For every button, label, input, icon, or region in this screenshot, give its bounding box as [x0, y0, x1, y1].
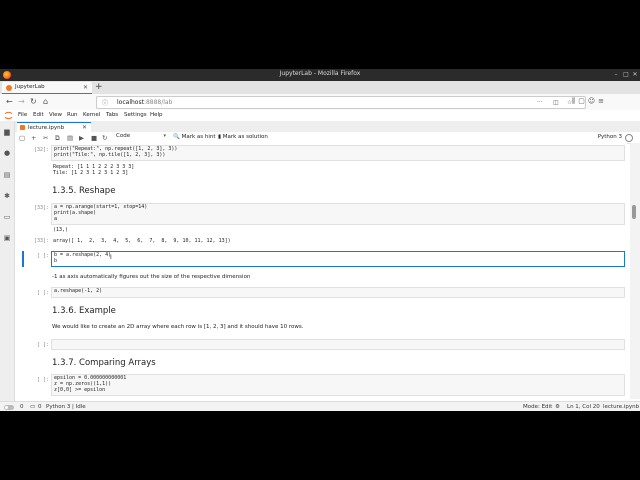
page-actions-icon[interactable]: ···	[537, 99, 543, 106]
screen: JupyterLab - Mozilla Firefox – □ ✕ Jupyt…	[0, 69, 640, 411]
text-cursor-icon: I	[110, 254, 112, 261]
cell-prompt: [33]:	[33, 205, 49, 211]
running-icon[interactable]: ●	[3, 149, 11, 157]
menu-settings[interactable]: Settings	[124, 112, 147, 118]
window-title: JupyterLab - Mozilla Firefox	[279, 70, 361, 77]
menu-run[interactable]: Run	[67, 112, 78, 118]
os-title-bar: JupyterLab - Mozilla Firefox – □ ✕	[0, 69, 640, 81]
jupyter-favicon-icon	[6, 85, 12, 91]
mark-hint-button[interactable]: 🔍 Mark as hint	[173, 134, 216, 140]
code-line: print("Tile:", np.tile([1, 2, 3], 3))	[54, 152, 166, 158]
notebook-icon	[20, 125, 25, 130]
minimize-icon[interactable]: –	[612, 71, 620, 79]
terminal-icon: ▭	[30, 403, 36, 410]
markdown-text: We would like to create an 2D array wher…	[52, 324, 304, 330]
menu-tabs[interactable]: Tabs	[106, 112, 118, 118]
pocket-icon[interactable]: ◫	[553, 99, 559, 106]
editor-mode: Mode: Edit	[523, 403, 553, 410]
heading-reshape: 1.3.5. Reshape	[52, 186, 116, 196]
code-cell-editor[interactable]	[51, 339, 625, 350]
kernel-status-icon	[625, 134, 633, 142]
paste-icon[interactable]: ▤	[67, 134, 73, 142]
code-line: z[0,0] >= epsilon	[54, 387, 106, 393]
extension-icon[interactable]: ✱	[3, 192, 11, 200]
browser-tab[interactable]: JupyterLab ✕	[2, 82, 92, 94]
kernel-name[interactable]: Python 3	[598, 134, 622, 140]
notebook-panel: [32]: print("Repeat:", np.repeat([1, 2, …	[15, 143, 627, 399]
close-window-icon[interactable]: ✕	[631, 71, 639, 79]
cell-prompt: [ ]:	[36, 253, 49, 259]
mark-solution-button[interactable]: ▮ Mark as solution	[218, 134, 268, 140]
left-sidebar: ▆ ● ▤ ✱ ▭ ▣	[0, 121, 15, 401]
menu-help[interactable]: Help	[150, 112, 163, 118]
url-text: localhost:8888/lab	[117, 98, 173, 106]
add-cell-icon[interactable]: +	[31, 134, 36, 142]
browser-navbar: ← → ↻ ⌂ ⓘ localhost:8888/lab ··· ◫ ☆ ⫼▢☺…	[0, 94, 640, 111]
doc-tab-close-icon[interactable]: ✕	[82, 124, 87, 131]
output-prompt: [33]:	[33, 238, 49, 244]
code-cell-editor[interactable]: print("Repeat:", np.repeat([1, 2, 3], 3)…	[51, 145, 625, 161]
cell-output: array([ 1, 2, 3, 4, 5, 6, 7, 8, 9, 10, 1…	[53, 238, 231, 244]
code-cell-editor[interactable]: a.reshape(-1, 2)	[51, 287, 625, 298]
forward-icon[interactable]: →	[18, 97, 25, 106]
menu-kernel[interactable]: Kernel	[83, 112, 100, 118]
commands-icon[interactable]: ▤	[3, 171, 11, 179]
code-cell-editor[interactable]: epsilon = 0.000000000001 z = np.zeros((1…	[51, 374, 625, 396]
new-tab-icon[interactable]: +	[95, 82, 103, 92]
toolbar-right-icons[interactable]: ⫼▢☺≡	[572, 97, 607, 106]
folder-icon[interactable]: ▆	[3, 128, 11, 136]
code-line: a.reshape(-1, 2)	[54, 288, 103, 294]
copy-icon[interactable]: ⧉	[55, 134, 60, 143]
cursor-position[interactable]: Ln 1, Col 20	[567, 404, 600, 410]
status-count: 0	[20, 403, 24, 410]
maximize-icon[interactable]: □	[622, 71, 630, 79]
menu-edit[interactable]: Edit	[33, 112, 44, 118]
cell-prompt: [ ]:	[36, 342, 49, 348]
tab-close-icon[interactable]: ✕	[83, 84, 88, 91]
reload-icon[interactable]: ↻	[30, 97, 37, 106]
notebook-scrollbar[interactable]	[630, 143, 640, 399]
cell-prompt: [32]:	[33, 147, 49, 153]
url-bar[interactable]: ⓘ localhost:8888/lab ··· ◫ ☆	[96, 96, 586, 109]
cell-type-select[interactable]: Code ▾	[116, 133, 168, 141]
scrollbar-thumb[interactable]	[632, 205, 636, 219]
chevron-down-icon: ▾	[163, 133, 166, 139]
menu-file[interactable]: File	[18, 112, 27, 118]
home-icon[interactable]: ⌂	[43, 97, 48, 106]
code-line: b	[54, 258, 58, 264]
restart-icon[interactable]: ↻	[102, 134, 107, 142]
active-code-cell-editor[interactable]: b = a.reshape(2, 4) b	[51, 251, 625, 267]
jupyter-logo-icon	[4, 111, 13, 120]
browser-tab-strip: JupyterLab ✕ +	[0, 81, 640, 94]
status-count: 0	[38, 403, 42, 410]
cell-prompt: [ ]:	[36, 377, 49, 383]
cell-prompt: [ ]:	[36, 290, 49, 296]
browser-tab-title: JupyterLab	[15, 84, 45, 90]
file-name: lecture.ipynb	[603, 403, 640, 410]
code-line: a	[54, 216, 58, 222]
save-icon[interactable]: ▢	[19, 134, 25, 142]
heading-comparing-arrays: 1.3.7. Comparing Arrays	[52, 358, 156, 368]
property-inspector-icon[interactable]: ▭	[3, 213, 11, 221]
cell-output: Tile: [1 2 3 1 2 3 1 2 3]	[53, 170, 129, 176]
run-icon[interactable]: ▶	[79, 134, 84, 142]
markdown-text: -1 as axis automatically figures out the…	[52, 274, 251, 280]
doc-tab-name: lecture.ipynb	[28, 124, 65, 131]
open-tabs-icon[interactable]: ▣	[3, 234, 11, 242]
info-icon[interactable]: ⓘ	[102, 98, 108, 107]
back-icon[interactable]: ←	[6, 97, 13, 106]
kernel-status[interactable]: Python 3 | Idle	[46, 404, 86, 410]
cell-output: (13,)	[53, 227, 69, 233]
stop-icon[interactable]: ■	[91, 134, 97, 142]
simple-mode-toggle[interactable]	[4, 404, 14, 410]
status-bar: 0 ▭ 0 Python 3 | Idle Mode: Edit ⚙ Ln 1,…	[0, 401, 640, 411]
cut-icon[interactable]: ✂	[43, 134, 48, 142]
settings-icon[interactable]: ⚙	[555, 404, 560, 410]
code-cell-editor[interactable]: a = np.arange(start=1, stop=14) print(a.…	[51, 203, 625, 225]
heading-example: 1.3.6. Example	[52, 306, 116, 316]
menu-view[interactable]: View	[49, 112, 62, 118]
